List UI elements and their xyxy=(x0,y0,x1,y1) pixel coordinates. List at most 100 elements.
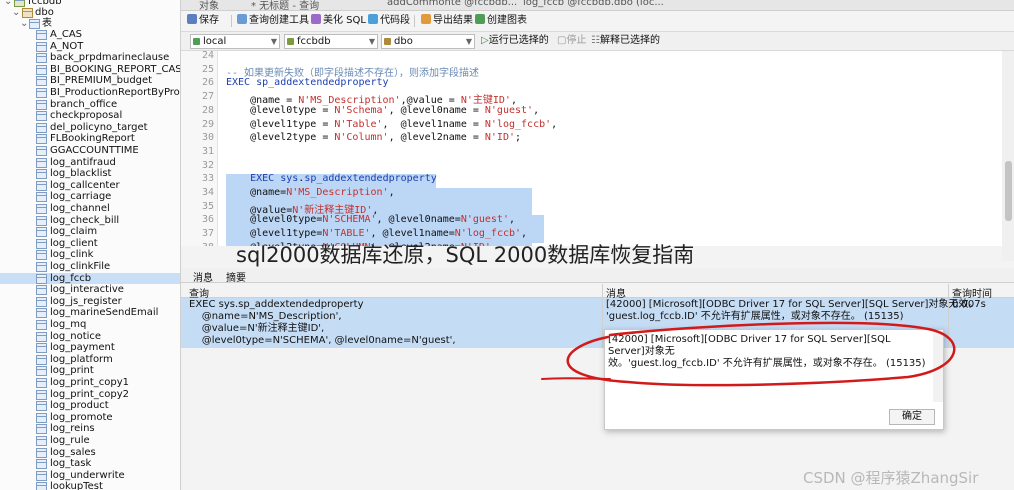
table-icon xyxy=(36,273,47,284)
line-number: 36 xyxy=(201,214,214,226)
save-button[interactable]: 保存 xyxy=(187,14,219,28)
beautify-sql-button[interactable]: 美化 SQL xyxy=(311,14,366,28)
line-number: 32 xyxy=(201,159,214,171)
connection-select[interactable]: local ▼ xyxy=(190,34,280,49)
chevron-down-icon: ▼ xyxy=(368,37,375,46)
export-icon xyxy=(421,14,431,24)
line-number: 27 xyxy=(201,91,214,103)
tree-table-item[interactable]: log_fccb xyxy=(0,272,180,284)
table-label: log_product xyxy=(50,400,109,412)
popup-scrollbar[interactable] xyxy=(933,330,943,402)
table-label: del_policyno_target xyxy=(50,121,148,133)
tab-objects[interactable]: 对象 xyxy=(199,0,219,10)
table-icon xyxy=(36,470,47,481)
table-icon xyxy=(36,122,47,133)
table-label: BI_PREMIUM_budget xyxy=(50,75,153,87)
line-number: 34 xyxy=(201,187,214,198)
table-icon xyxy=(36,169,47,180)
table-icon xyxy=(36,76,47,87)
line-number: 31 xyxy=(201,145,214,157)
table-icon xyxy=(36,343,47,354)
table-folder-icon xyxy=(29,19,40,29)
run-selected-button[interactable]: ▷运行已选择的 xyxy=(481,34,549,48)
export-results-button[interactable]: 导出结果 xyxy=(421,14,473,28)
create-chart-button[interactable]: 创建图表 xyxy=(475,14,527,28)
table-icon xyxy=(36,459,47,470)
message-line: 'guest.log_fccb.ID' 不允许有扩展属性，或对象不存在。 (15… xyxy=(606,311,904,322)
table-label: log_carriage xyxy=(50,191,112,203)
line-number: 25 xyxy=(201,63,214,75)
table-icon xyxy=(36,30,47,40)
code-line: @level1type=N'TABLE', @level1name=N'log_… xyxy=(226,228,528,240)
query-line: @name=N'MS_Description', xyxy=(189,311,342,322)
message-popup: [42000] [Microsoft][ODBC Driver 17 for S… xyxy=(604,329,944,430)
watermark: CSDN @程序猿ZhangSir xyxy=(803,469,979,487)
table-label: log_mq xyxy=(50,319,87,330)
snippet-icon xyxy=(368,14,378,24)
query-builder-icon xyxy=(237,14,247,24)
editor-scrollbar[interactable] xyxy=(1002,51,1014,261)
ok-button[interactable]: 确定 xyxy=(889,409,935,425)
table-label: log_platform xyxy=(50,353,113,365)
snippet-button[interactable]: 代码段 xyxy=(368,14,410,28)
table-label: A_CAS xyxy=(50,29,83,40)
connection-icon xyxy=(193,38,200,45)
table-label: log_reins xyxy=(50,423,95,435)
table-label: log_print_copy2 xyxy=(50,388,129,400)
schema-select[interactable]: dbo ▼ xyxy=(381,34,475,49)
table-icon xyxy=(36,227,47,238)
tab-messages[interactable]: 消息 xyxy=(193,269,213,284)
editor-tabs: 对象 * 无标题 - 查询 addCommonte @fccbdb... log… xyxy=(181,0,1014,11)
tab-log-fccb[interactable]: log_fccb @fccbdb.dbo (loc... xyxy=(523,0,664,8)
database-icon xyxy=(287,38,294,45)
table-icon xyxy=(36,331,47,342)
context-bar: local ▼ fccbdb ▼ dbo ▼ ▷运行已选择的 ▢停止 ☷解释已选择的 xyxy=(181,32,1014,51)
table-label: log_promote xyxy=(50,411,113,423)
table-icon xyxy=(36,320,47,330)
line-number: 30 xyxy=(201,132,214,144)
code-line: @level2type = N'Column', @level2name = N… xyxy=(226,132,522,144)
query-builder-button[interactable]: 查询创建工具 xyxy=(237,14,309,28)
line-gutter: 24252627282930313233343536373839 xyxy=(181,51,218,246)
database-select[interactable]: fccbdb ▼ xyxy=(284,34,378,49)
play-icon: ▷ xyxy=(481,35,489,46)
table-label: back_prpdmarineclause xyxy=(50,52,170,64)
table-icon xyxy=(36,88,47,98)
table-label: checkproposal xyxy=(50,110,123,122)
stop-button[interactable]: ▢停止 xyxy=(557,34,586,48)
table-icon xyxy=(36,366,47,377)
table-label: BI_ProductionReportByProd xyxy=(50,87,181,98)
table-icon xyxy=(36,238,47,249)
database-icon xyxy=(14,0,25,7)
table-label: FLBookingReport xyxy=(50,133,135,145)
table-label: lookupTest xyxy=(50,481,103,490)
result-grid-header: 查询 消息 查询时间 xyxy=(181,284,1014,300)
table-label: log_clinkFile xyxy=(50,261,111,272)
line-number: 35 xyxy=(201,200,214,212)
table-label: log_clink xyxy=(50,249,94,261)
explain-selected-button[interactable]: ☷解释已选择的 xyxy=(591,34,660,48)
tab-query[interactable]: * 无标题 - 查询 xyxy=(251,0,319,10)
tab-addcomment[interactable]: addCommonte @fccbdb... xyxy=(387,0,517,8)
scroll-thumb[interactable] xyxy=(1005,161,1012,221)
table-label: log_js_register xyxy=(50,295,122,307)
chevron-down-icon: ▼ xyxy=(465,37,472,46)
line-number: 28 xyxy=(201,104,214,116)
line-number: 37 xyxy=(201,228,214,240)
tab-summary[interactable]: 摘要 xyxy=(226,269,246,284)
table-label: log_fccb xyxy=(50,272,92,284)
sql-editor[interactable]: 24252627282930313233343536373839 -- 如果更新… xyxy=(181,51,1014,246)
object-tree[interactable]: ⌄ fccbdb ⌄ dbo ⌄ 表 A_CAS A_NOT back_prpdma… xyxy=(0,0,181,490)
table-label: branch_office xyxy=(50,98,118,110)
table-label: BI_BOOKING_REPORT_CAS xyxy=(50,63,181,75)
table-label: log_client xyxy=(50,237,98,249)
table-icon xyxy=(36,64,47,75)
schema-icon xyxy=(22,8,33,18)
query-time: 0.007s xyxy=(952,299,986,310)
table-icon xyxy=(36,134,47,145)
schema-label: dbo xyxy=(35,7,54,18)
beautify-icon xyxy=(311,14,321,24)
chart-icon xyxy=(475,14,485,24)
line-number: 29 xyxy=(201,118,214,130)
db-label: fccbdb xyxy=(28,0,62,7)
